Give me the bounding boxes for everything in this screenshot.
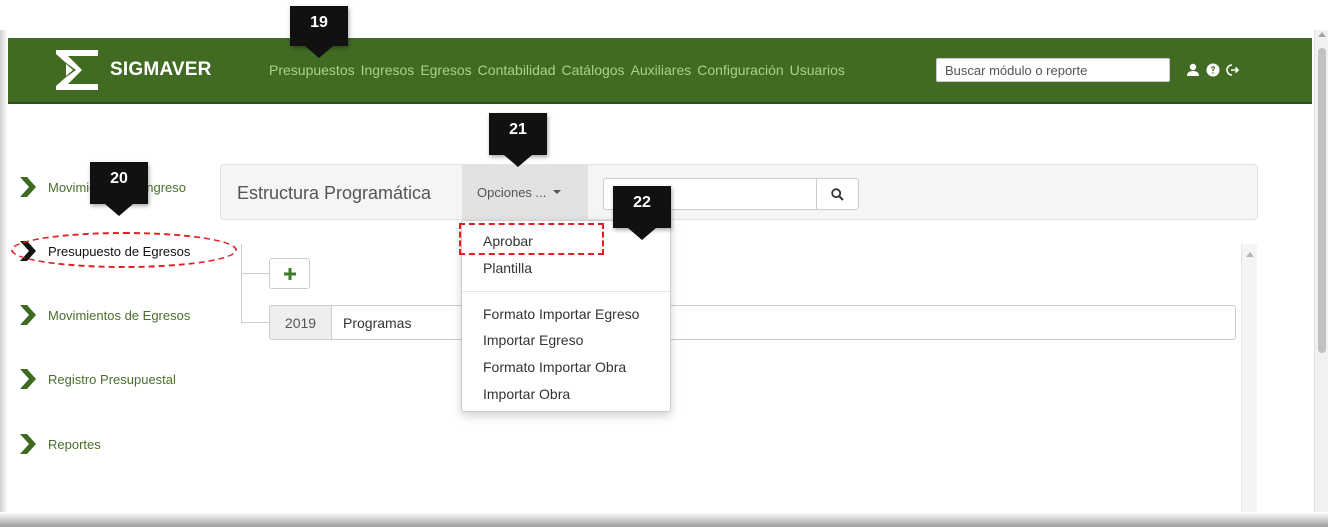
search-button[interactable] [817, 178, 859, 210]
highlight-aprobar [459, 223, 604, 255]
chevron-right-icon [20, 369, 36, 389]
sidebar-item-label: Reportes [48, 436, 101, 452]
menu-divider [462, 291, 670, 292]
sigma-logo-icon [56, 50, 98, 90]
sidebar-item-label: Registro Presupuestal [48, 371, 176, 387]
menu-presupuestos[interactable]: Presupuestos [269, 62, 355, 78]
menu-auxiliares[interactable]: Auxiliares [631, 62, 692, 78]
plus-icon [283, 267, 296, 280]
options-button-label: Opciones ... [477, 184, 547, 200]
menu-item-importar-egreso[interactable]: Importar Egreso [483, 332, 583, 348]
main-menu: Presupuestos Ingresos Egresos Contabilid… [269, 62, 851, 78]
callout-22: 22 [613, 186, 671, 240]
menu-item-importar-obra[interactable]: Importar Obra [483, 386, 570, 402]
menu-ingresos[interactable]: Ingresos [361, 62, 415, 78]
chevron-right-icon [20, 305, 36, 325]
structure-toolbar: Estructura Programática Opciones ... [220, 164, 1258, 220]
user-icon[interactable] [1184, 62, 1202, 78]
help-icon[interactable] [1204, 62, 1222, 78]
menu-item-formato-importar-obra[interactable]: Formato Importar Obra [483, 359, 626, 375]
menu-item-formato-importar-egreso[interactable]: Formato Importar Egreso [483, 306, 639, 322]
app-window: SIGMAVER Presupuestos Ingresos Egresos C… [0, 0, 1328, 527]
menu-egresos[interactable]: Egresos [420, 62, 471, 78]
tree-connector [241, 273, 269, 274]
options-dropdown-button[interactable]: Opciones ... [462, 165, 588, 219]
year-label: 2019 [269, 305, 332, 340]
menu-configuracion[interactable]: Configuración [697, 62, 783, 78]
window-shadow-left [0, 30, 8, 527]
scroll-up-arrow-icon[interactable] [1246, 252, 1254, 257]
brand[interactable]: SIGMAVER [54, 48, 212, 92]
caret-down-icon [553, 190, 562, 194]
chevron-right-icon [20, 177, 36, 197]
menu-usuarios[interactable]: Usuarios [790, 62, 845, 78]
menu-catalogos[interactable]: Catálogos [562, 62, 625, 78]
chevron-right-icon [20, 434, 36, 454]
window-shadow-bottom [0, 512, 1328, 527]
callout-21: 21 [489, 113, 547, 167]
add-program-button[interactable] [269, 258, 310, 289]
callout-19: 19 [290, 6, 348, 58]
menu-contabilidad[interactable]: Contabilidad [478, 62, 556, 78]
tree-connector [241, 322, 269, 323]
sidebar-item-label: Movimientos de Egresos [48, 307, 191, 323]
brand-name: SIGMAVER [110, 59, 212, 80]
menu-item-plantilla[interactable]: Plantilla [483, 260, 532, 276]
page-title: Estructura Programática [237, 183, 432, 203]
top-navbar: SIGMAVER Presupuestos Ingresos Egresos C… [8, 38, 1312, 104]
sidebar-item-reportes[interactable]: Reportes [20, 434, 208, 454]
highlight-presupuesto-egresos [11, 232, 237, 268]
tree-connector [241, 244, 242, 323]
module-search-input[interactable] [936, 58, 1170, 82]
window-scrollbar[interactable] [1314, 30, 1328, 512]
sidebar-item-movimientos-egresos[interactable]: Movimientos de Egresos [20, 305, 212, 325]
logout-icon[interactable] [1224, 62, 1242, 78]
scrollbar-thumb[interactable] [1318, 48, 1326, 353]
content-scrollbar[interactable] [1241, 244, 1257, 512]
scroll-up-arrow-icon[interactable] [1318, 32, 1326, 37]
navbar-icons [1184, 62, 1244, 78]
callout-20: 20 [90, 162, 148, 216]
sidebar-item-registro-presupuestal[interactable]: Registro Presupuestal [20, 369, 208, 389]
search-icon [831, 187, 844, 201]
